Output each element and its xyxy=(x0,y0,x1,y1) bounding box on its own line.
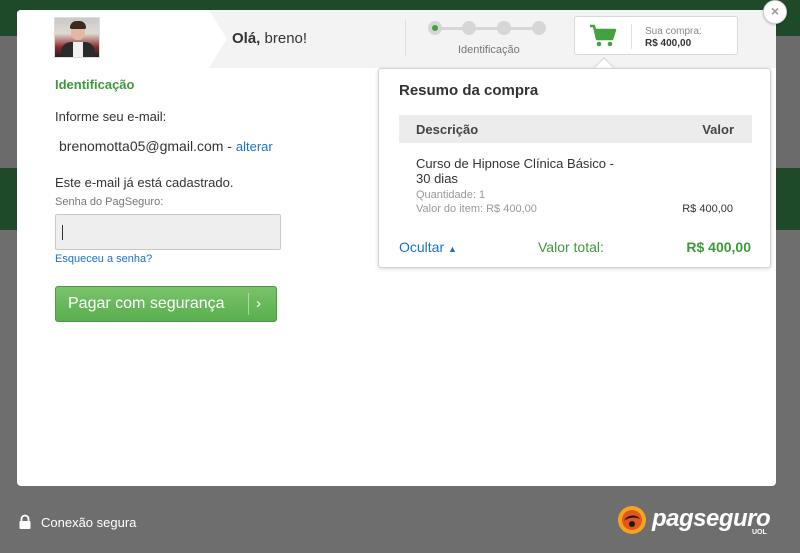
user-panel xyxy=(17,10,209,68)
section-title: Identificação xyxy=(55,77,135,92)
step-label: Identificação xyxy=(458,44,520,56)
header-divider xyxy=(405,20,406,56)
step-2-dot xyxy=(462,21,476,35)
password-label: Senha do PagSeguro: xyxy=(55,196,164,208)
secure-connection-label: Conexão segura xyxy=(41,515,137,530)
lock-icon xyxy=(19,514,31,529)
modal-header: Olá, breno! Identificação Sua compra: R$… xyxy=(17,10,776,68)
pagseguro-logo-icon xyxy=(618,506,646,534)
item-name: Curso de Hipnose Clínica Básico - 30 dia… xyxy=(416,156,614,186)
email-prompt: Informe seu e-mail: xyxy=(55,109,167,124)
chevron-right-icon: › xyxy=(256,295,261,312)
summary-title: Resumo da compra xyxy=(399,82,539,99)
user-avatar xyxy=(54,17,100,58)
email-row: brenomotta05@gmail.com - alterar xyxy=(59,138,273,154)
email-value: brenomotta05@gmail.com xyxy=(59,138,224,154)
item-quantity: Quantidade: 1 xyxy=(416,189,486,201)
text-caret xyxy=(62,225,63,240)
cart-summary-toggle[interactable]: Sua compra: R$ 400,00 xyxy=(574,16,738,55)
pay-button-divider xyxy=(248,293,249,315)
forgot-password-link[interactable]: Esqueceu a senha? xyxy=(55,253,152,265)
step-4-dot xyxy=(532,21,546,35)
registered-notice: Este e-mail já está cadastrado. xyxy=(55,175,234,190)
email-separator: - xyxy=(223,138,236,154)
greeting: Olá, breno! xyxy=(232,30,307,47)
hide-summary-link[interactable]: Ocultar ▲ xyxy=(399,239,457,255)
password-field[interactable] xyxy=(55,214,281,250)
user-name: breno! xyxy=(264,30,308,47)
cart-divider xyxy=(631,24,632,49)
uol-wordmark: UOL xyxy=(752,529,767,536)
triangle-up-icon: ▲ xyxy=(448,244,457,254)
item-price: R$ 400,00 xyxy=(682,203,733,215)
change-email-link[interactable]: alterar xyxy=(236,139,273,154)
user-panel-arrow xyxy=(209,10,227,68)
progress-line xyxy=(434,27,544,30)
pay-securely-button[interactable]: Pagar com segurança › xyxy=(55,286,277,322)
column-description: Descrição xyxy=(416,122,479,137)
column-value: Valor xyxy=(702,122,734,137)
total-value: R$ 400,00 xyxy=(686,239,751,255)
cart-icon xyxy=(590,24,617,47)
order-summary-panel: Resumo da compra Descrição Valor Curso d… xyxy=(378,68,771,268)
cart-value: R$ 400,00 xyxy=(645,38,692,49)
greeting-prefix: Olá, xyxy=(232,30,261,47)
hide-summary-label: Ocultar xyxy=(399,239,445,255)
summary-table-header: Descrição Valor xyxy=(399,115,752,143)
item-unit-price: Valor do item: R$ 400,00 xyxy=(416,203,537,215)
close-button[interactable]: × xyxy=(763,0,787,24)
step-1-dot xyxy=(428,21,442,35)
cart-label: Sua compra: xyxy=(645,26,702,37)
step-3-dot xyxy=(497,21,511,35)
total-label: Valor total: xyxy=(538,239,604,255)
progress-steps xyxy=(428,21,552,35)
pay-button-label: Pagar com segurança xyxy=(68,295,225,312)
